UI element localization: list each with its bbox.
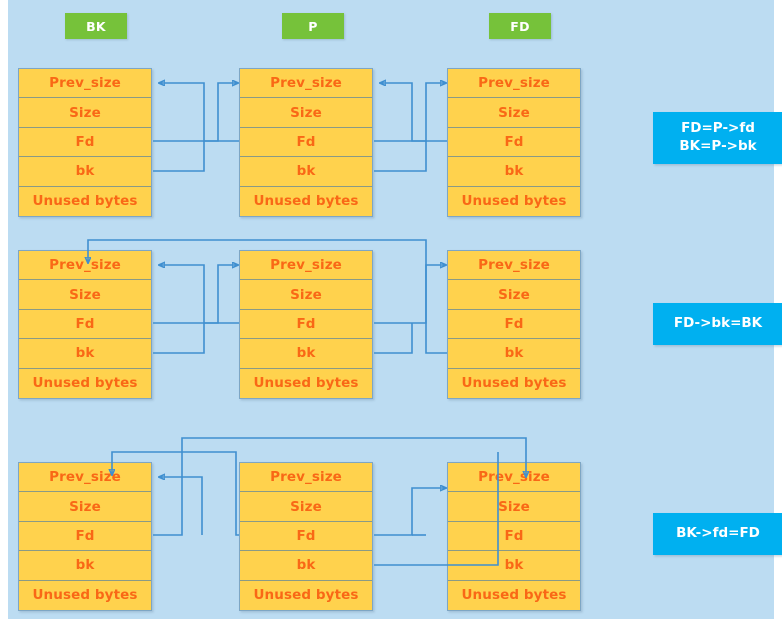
field-prev-size: Prev_size [240, 251, 372, 281]
field-fd: Fd [19, 521, 151, 552]
field-unused-bytes: Unused bytes [448, 368, 580, 398]
field-bk: bk [448, 551, 580, 581]
field-unused-bytes: Unused bytes [19, 186, 151, 216]
field-fd: Fd [19, 127, 151, 158]
field-prev-size: Prev_size [448, 69, 580, 99]
row1-arrow-fd-fd-to-p [380, 83, 447, 142]
p-pointer-label: P [282, 13, 344, 39]
field-bk: bk [240, 339, 372, 369]
legend-step-1: FD=P->fd BK=P->bk [653, 112, 782, 164]
field-unused-bytes: Unused bytes [19, 368, 151, 398]
row1-wire-p-bk [374, 141, 427, 172]
row3-chunk-fd: Prev_size Size Fd bk Unused bytes [447, 462, 581, 611]
field-size: Size [448, 98, 580, 128]
diagram-canvas: BK P FD Prev_size Size Fd bk Unused byte… [0, 0, 782, 619]
legend-step-2: FD->bk=BK [653, 303, 782, 345]
legend-step-1-line-2: BK=P->bk [679, 138, 757, 154]
field-fd: Fd [448, 309, 580, 340]
row2-wire-bk-bk [153, 323, 205, 354]
legend-step-1-line-1: FD=P->fd [681, 120, 755, 137]
row2-wire-p-bk [374, 323, 413, 354]
row2-chunk-bk: Prev_size Size Fd bk Unused bytes [18, 250, 152, 399]
field-fd: Fd [448, 127, 580, 158]
field-unused-bytes: Unused bytes [240, 186, 372, 216]
row1-wire-bk-bk [153, 141, 205, 172]
field-bk: bk [240, 157, 372, 187]
row1-chunk-fd: Prev_size Size Fd bk Unused bytes [447, 68, 581, 217]
row1-arrow-p-fd-to-fd [374, 83, 446, 142]
field-unused-bytes: Unused bytes [448, 580, 580, 610]
field-fd: Fd [240, 309, 372, 340]
field-bk: bk [448, 339, 580, 369]
field-prev-size: Prev_size [448, 463, 580, 493]
diagram-stage: BK P FD Prev_size Size Fd bk Unused byte… [8, 0, 782, 619]
row3-chunk-p: Prev_size Size Fd bk Unused bytes [239, 462, 373, 611]
row2-arrow-p-fd-to-bk [159, 265, 239, 324]
row1-arrow-p-fd-to-bk [159, 83, 239, 142]
row3-chunk-bk: Prev_size Size Fd bk Unused bytes [18, 462, 152, 611]
field-size: Size [240, 280, 372, 310]
field-size: Size [448, 492, 580, 522]
field-bk: bk [240, 551, 372, 581]
field-prev-size: Prev_size [19, 69, 151, 99]
field-bk: bk [448, 157, 580, 187]
field-bk: bk [19, 551, 151, 581]
legend-step-3: BK->fd=FD [653, 513, 782, 555]
field-bk: bk [19, 157, 151, 187]
row3-arrow-p-fd-to-bk [159, 477, 203, 535]
row2-chunk-p: Prev_size Size Fd bk Unused bytes [239, 250, 373, 399]
field-fd: Fd [240, 127, 372, 158]
field-size: Size [240, 492, 372, 522]
row2-arrow-p-fd-to-fd [374, 265, 446, 324]
legend-step-2-line-1: FD->bk=BK [673, 315, 763, 332]
field-size: Size [448, 280, 580, 310]
fd-pointer-label: FD [489, 13, 551, 39]
row1-arrow-bk-fd-to-p [153, 83, 238, 142]
field-unused-bytes: Unused bytes [240, 368, 372, 398]
field-size: Size [19, 492, 151, 522]
row2-arrow-bk-fd-to-p [153, 265, 238, 324]
field-prev-size: Prev_size [19, 251, 151, 281]
field-fd: Fd [448, 521, 580, 552]
field-size: Size [240, 98, 372, 128]
row3-arrow-p-fd-to-fd [374, 488, 446, 536]
row1-chunk-bk: Prev_size Size Fd bk Unused bytes [18, 68, 152, 217]
row1-chunk-p: Prev_size Size Fd bk Unused bytes [239, 68, 373, 217]
bk-pointer-label: BK [65, 13, 127, 39]
field-prev-size: Prev_size [240, 69, 372, 99]
row2-chunk-fd: Prev_size Size Fd bk Unused bytes [447, 250, 581, 399]
field-bk: bk [19, 339, 151, 369]
field-unused-bytes: Unused bytes [19, 580, 151, 610]
field-size: Size [19, 280, 151, 310]
field-unused-bytes: Unused bytes [448, 186, 580, 216]
field-size: Size [19, 98, 151, 128]
field-prev-size: Prev_size [240, 463, 372, 493]
field-unused-bytes: Unused bytes [240, 580, 372, 610]
field-fd: Fd [240, 521, 372, 552]
field-fd: Fd [19, 309, 151, 340]
legend-step-3-line-1: BK->fd=FD [676, 525, 760, 542]
field-prev-size: Prev_size [19, 463, 151, 493]
field-prev-size: Prev_size [448, 251, 580, 281]
